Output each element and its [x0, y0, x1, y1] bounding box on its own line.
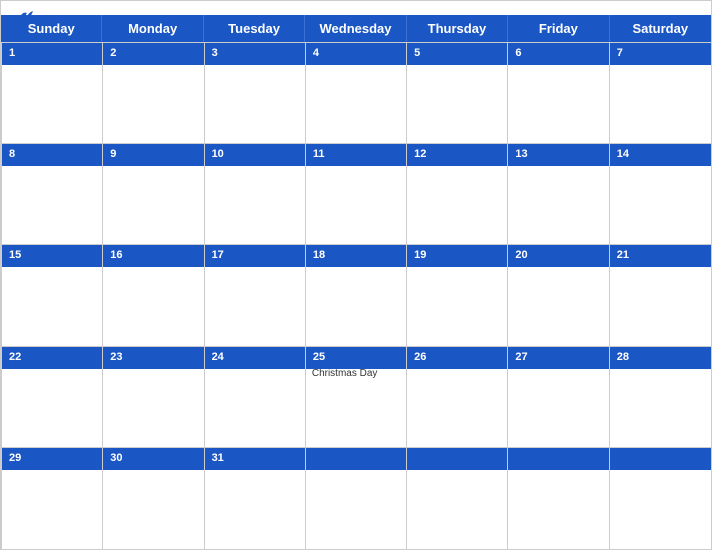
- date-number: 19: [411, 248, 429, 262]
- date-number: 6: [512, 46, 524, 60]
- event-label: Christmas Day: [310, 368, 402, 379]
- day-header-saturday: Saturday: [610, 15, 711, 42]
- date-number: 27: [512, 350, 530, 364]
- date-number: 15: [6, 248, 24, 262]
- date-number: 8: [6, 147, 18, 161]
- cal-cell: 6: [508, 43, 609, 144]
- cal-cell: 22: [2, 347, 103, 448]
- cal-cell: 19: [407, 245, 508, 346]
- date-number: 30: [107, 451, 125, 465]
- cal-cell: [407, 448, 508, 549]
- date-number: 29: [6, 451, 24, 465]
- date-number: 23: [107, 350, 125, 364]
- day-header-tuesday: Tuesday: [204, 15, 305, 42]
- cal-cell: 5: [407, 43, 508, 144]
- cal-cell: 20: [508, 245, 609, 346]
- calendar-container: SundayMondayTuesdayWednesdayThursdayFrid…: [0, 0, 712, 550]
- day-header-thursday: Thursday: [407, 15, 508, 42]
- day-header-wednesday: Wednesday: [305, 15, 406, 42]
- calendar-grid: 1234567891011121314151617181920212223242…: [1, 42, 711, 549]
- cal-cell: 25 Christmas Day: [306, 347, 407, 448]
- day-header-monday: Monday: [102, 15, 203, 42]
- cal-cell: 12: [407, 144, 508, 245]
- day-header-friday: Friday: [508, 15, 609, 42]
- cal-cell: 2: [103, 43, 204, 144]
- date-number: 9: [107, 147, 119, 161]
- cal-cell: 13: [508, 144, 609, 245]
- cal-cell: 15: [2, 245, 103, 346]
- date-number: 28: [614, 350, 632, 364]
- date-number: 25: [310, 350, 328, 364]
- cal-cell: 11: [306, 144, 407, 245]
- logo-area: [17, 9, 35, 28]
- date-number: 16: [107, 248, 125, 262]
- cal-cell: 4: [306, 43, 407, 144]
- date-number: 20: [512, 248, 530, 262]
- cal-cell: 1: [2, 43, 103, 144]
- cal-cell: 10: [205, 144, 306, 245]
- cal-cell: 17: [205, 245, 306, 346]
- cal-cell: 9: [103, 144, 204, 245]
- cal-cell: [508, 448, 609, 549]
- cal-cell: [306, 448, 407, 549]
- cal-cell: 14: [610, 144, 711, 245]
- cal-cell: 16: [103, 245, 204, 346]
- date-number: 7: [614, 46, 626, 60]
- date-number: 2: [107, 46, 119, 60]
- date-number: 10: [209, 147, 227, 161]
- date-number: 12: [411, 147, 429, 161]
- cal-cell: 27: [508, 347, 609, 448]
- days-header: SundayMondayTuesdayWednesdayThursdayFrid…: [1, 15, 711, 42]
- cal-cell: 31: [205, 448, 306, 549]
- date-number: 4: [310, 46, 322, 60]
- date-number: 5: [411, 46, 423, 60]
- date-number: 11: [310, 147, 328, 161]
- cal-cell: 18: [306, 245, 407, 346]
- logo-general: [17, 9, 35, 28]
- cal-cell: 3: [205, 43, 306, 144]
- cal-cell: [610, 448, 711, 549]
- date-number: 1: [6, 46, 18, 60]
- cal-cell: 23: [103, 347, 204, 448]
- date-number: 3: [209, 46, 221, 60]
- cal-cell: 28: [610, 347, 711, 448]
- date-number: 26: [411, 350, 429, 364]
- calendar-header: [1, 1, 711, 15]
- cal-cell: 29: [2, 448, 103, 549]
- cal-cell: 8: [2, 144, 103, 245]
- cal-cell: 24: [205, 347, 306, 448]
- logo-bird-icon: [17, 9, 35, 23]
- cal-cell: 26: [407, 347, 508, 448]
- date-number: 13: [512, 147, 530, 161]
- date-number: 17: [209, 248, 227, 262]
- date-number: 22: [6, 350, 24, 364]
- cal-cell: 7: [610, 43, 711, 144]
- date-number: 31: [209, 451, 227, 465]
- date-number: 14: [614, 147, 632, 161]
- cal-cell: 21: [610, 245, 711, 346]
- date-number: 21: [614, 248, 632, 262]
- date-number: 18: [310, 248, 328, 262]
- cal-cell: 30: [103, 448, 204, 549]
- date-number: 24: [209, 350, 227, 364]
